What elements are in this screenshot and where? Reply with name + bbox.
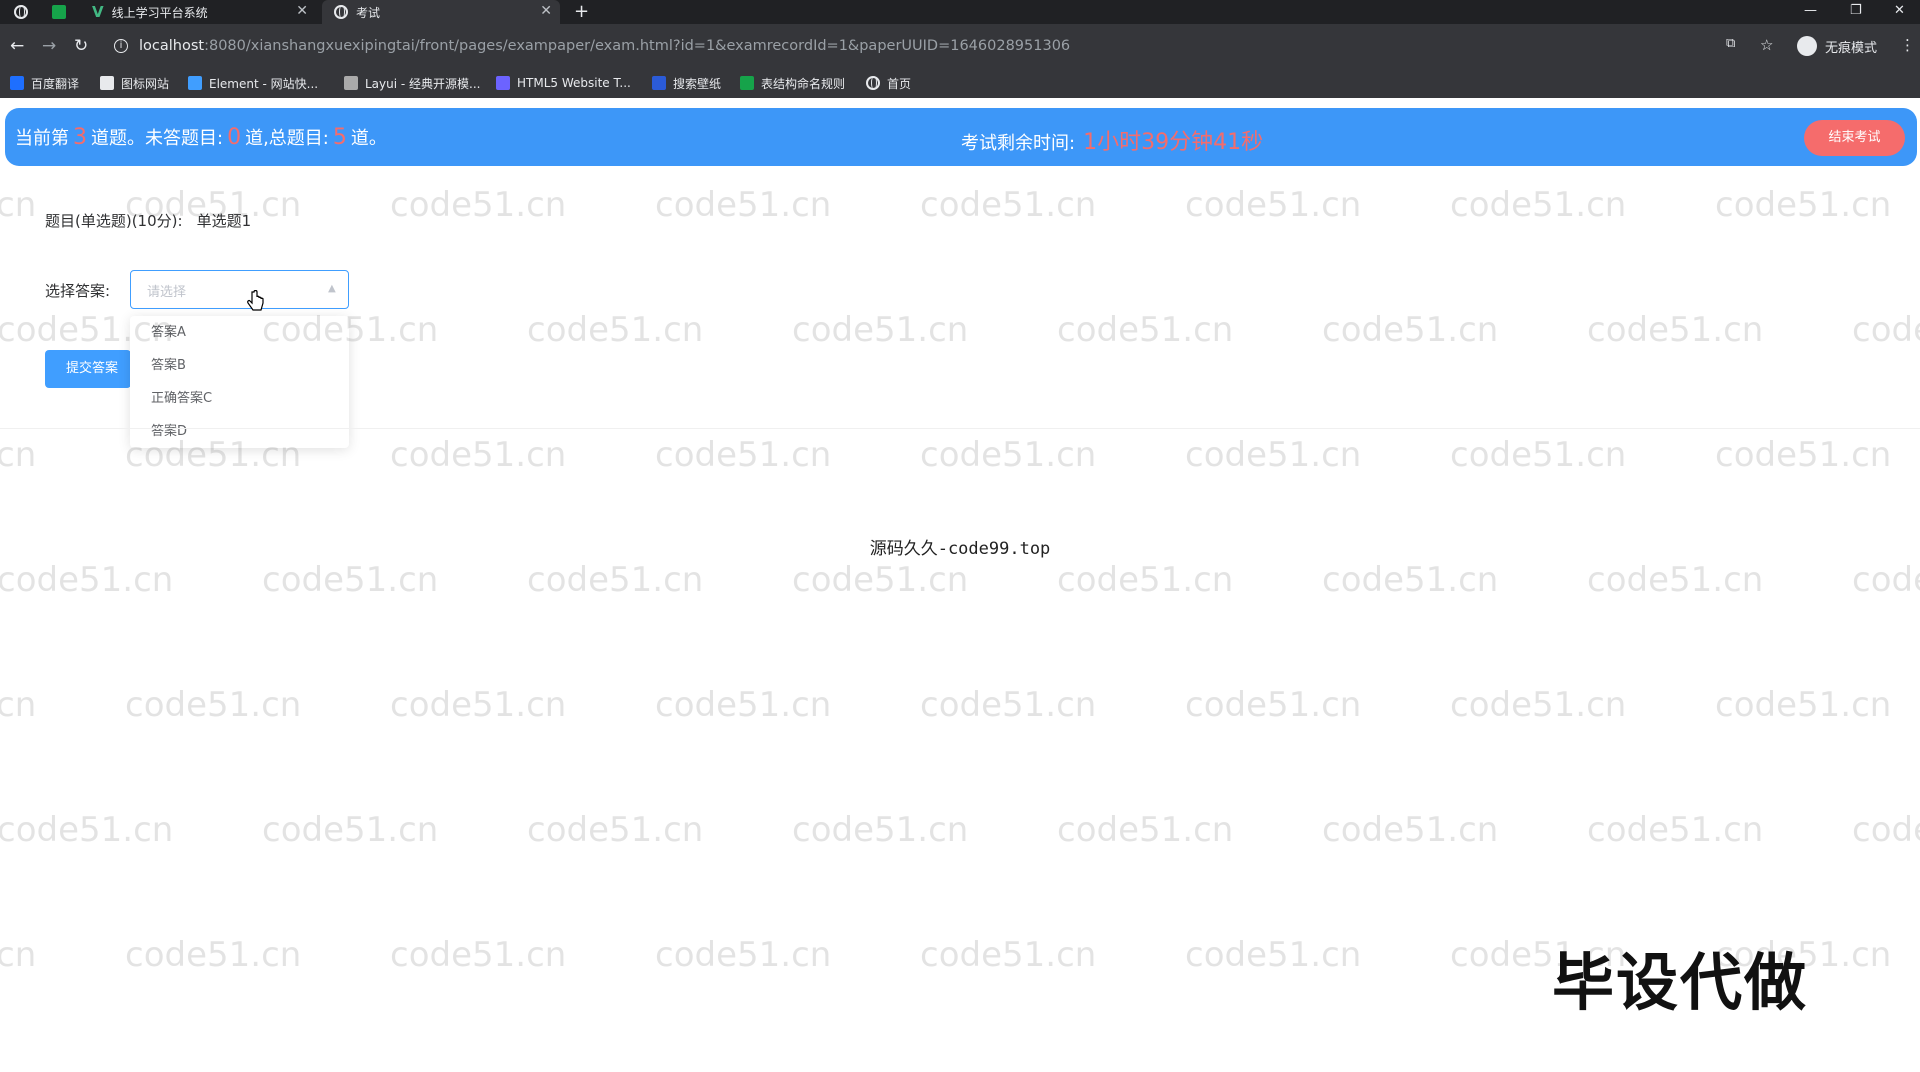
bookmark-label: HTML5 Website T...	[517, 76, 631, 90]
bookmark-star-icon[interactable]: ☆	[1760, 36, 1773, 54]
dropdown-option-b[interactable]: 答案B	[130, 349, 349, 382]
vue-icon: V	[92, 3, 104, 21]
wallpaper-icon	[652, 76, 666, 90]
globe-icon	[334, 5, 348, 19]
bookmark-element[interactable]: Element - 网站快...	[188, 72, 318, 94]
submit-answer-button[interactable]: 提交答案	[45, 350, 131, 388]
progress-prefix: 当前第	[15, 128, 69, 149]
answer-label: 选择答案:	[45, 282, 111, 300]
browser-tab-bar: V 线上学习平台系统 ✕ 考试 ✕ + — ❐ ✕	[0, 0, 1920, 24]
html5-icon	[496, 76, 510, 90]
unanswered-label: 道题。未答题目:	[91, 128, 224, 149]
bookmark-label: Layui - 经典开源模...	[365, 76, 481, 91]
bookmark-label: 搜索壁纸	[673, 76, 722, 91]
divider	[0, 428, 1920, 429]
bookmark-label: 首页	[887, 76, 912, 91]
minimize-icon[interactable]: —	[1804, 0, 1817, 24]
select-placeholder: 请选择	[147, 285, 187, 300]
bookmark-icon-site[interactable]: 图标网站	[100, 72, 169, 94]
site-info-icon[interactable]: i	[114, 39, 128, 53]
exam-header: 当前第 3 道题。未答题目: 0 道,总题目: 5 道。 考试剩余时间: 1小时39分钟41秒…	[5, 108, 1917, 166]
globe-icon	[866, 76, 880, 90]
total-count: 5	[332, 125, 347, 150]
bookmark-label: 百度翻译	[31, 76, 80, 91]
tab-exam[interactable]: 考试 ✕	[322, 0, 560, 24]
window-close-icon[interactable]: ✕	[1894, 0, 1905, 24]
new-tab-button[interactable]: +	[574, 0, 589, 24]
incognito-label: 无痕模式	[1825, 40, 1878, 56]
bookmark-label: 表结构命名规则	[761, 76, 846, 91]
flag-icon	[100, 76, 114, 90]
incognito-indicator[interactable]: 无痕模式	[1797, 36, 1877, 56]
restore-icon[interactable]: ❐	[1850, 0, 1862, 24]
bookmark-table-naming[interactable]: 表结构命名规则	[740, 72, 845, 94]
current-question-number: 3	[73, 125, 87, 150]
question-type-label: 题目(单选题)(10分):	[45, 212, 183, 230]
chevron-down-icon: ▼	[328, 283, 336, 294]
end-exam-button[interactable]: 结束考试	[1804, 120, 1905, 156]
bookmark-home[interactable]: 首页	[866, 72, 911, 94]
total-suffix: 道。	[350, 128, 387, 149]
tab-title: 线上学习平台系统	[111, 5, 208, 20]
time-value: 1小时39分钟41秒	[1083, 130, 1264, 155]
layui-icon	[344, 76, 358, 90]
bookmark-html5[interactable]: HTML5 Website T...	[496, 72, 631, 94]
tab-learning-platform[interactable]: V 线上学习平台系统 ✕	[84, 0, 316, 24]
app-favicon-icon[interactable]	[52, 5, 66, 19]
bookmark-layui[interactable]: Layui - 经典开源模...	[344, 72, 480, 94]
total-label: 道,总题目:	[245, 128, 329, 149]
dropdown-option-d[interactable]: 答案D	[130, 415, 349, 448]
reload-icon[interactable]: ↻	[74, 36, 88, 56]
unanswered-count: 0	[227, 125, 242, 150]
time-label: 考试剩余时间:	[961, 133, 1076, 154]
forward-arrow-icon[interactable]: →	[42, 36, 56, 56]
url-path: :8080/xianshangxuexipingtai/front/pages/…	[204, 38, 1071, 54]
close-icon[interactable]: ✕	[296, 3, 308, 19]
question-title: 题目(单选题)(10分): 单选题1	[45, 210, 251, 231]
incognito-icon	[1797, 36, 1817, 56]
question-text: 单选题1	[196, 212, 252, 230]
close-icon[interactable]: ✕	[540, 3, 552, 19]
translate-bookmark-icon	[10, 76, 24, 90]
answer-select[interactable]: 请选择 ▼	[130, 270, 349, 309]
hand-cursor-icon	[247, 290, 264, 311]
bookmark-baidu-translate[interactable]: 百度翻译	[10, 72, 79, 94]
address-bar[interactable]: localhost:8080/xianshangxuexipingtai/fro…	[139, 38, 1070, 54]
element-icon	[188, 76, 202, 90]
bookmark-wallpaper[interactable]: 搜索壁纸	[652, 72, 721, 94]
progress-summary: 当前第 3 道题。未答题目: 0 道,总题目: 5 道。	[15, 124, 387, 150]
back-arrow-icon[interactable]: ←	[10, 36, 24, 56]
exam-page: 当前第 3 道题。未答题目: 0 道,总题目: 5 道。 考试剩余时间: 1小时39分钟41秒…	[0, 98, 1920, 1072]
dropdown-option-a[interactable]: 答案A	[130, 316, 349, 349]
time-remaining: 考试剩余时间: 1小时39分钟41秒	[961, 124, 1263, 156]
chrome-globe-icon	[14, 5, 28, 19]
bookmark-label: 图标网站	[121, 76, 170, 91]
dropdown-option-c[interactable]: 正确答案C	[130, 382, 349, 415]
url-host: localhost	[139, 38, 205, 54]
bookmark-label: Element - 网站快...	[209, 76, 319, 91]
source-caption: 源码久久-code99.top	[869, 539, 1051, 559]
sheet-icon	[740, 76, 754, 90]
translate-icon[interactable]: ⧉	[1726, 36, 1735, 51]
tab-title: 考试	[356, 5, 381, 20]
more-menu-icon[interactable]: ⋮	[1900, 36, 1915, 54]
promo-stamp-text: 毕设代做	[1552, 946, 1809, 1019]
